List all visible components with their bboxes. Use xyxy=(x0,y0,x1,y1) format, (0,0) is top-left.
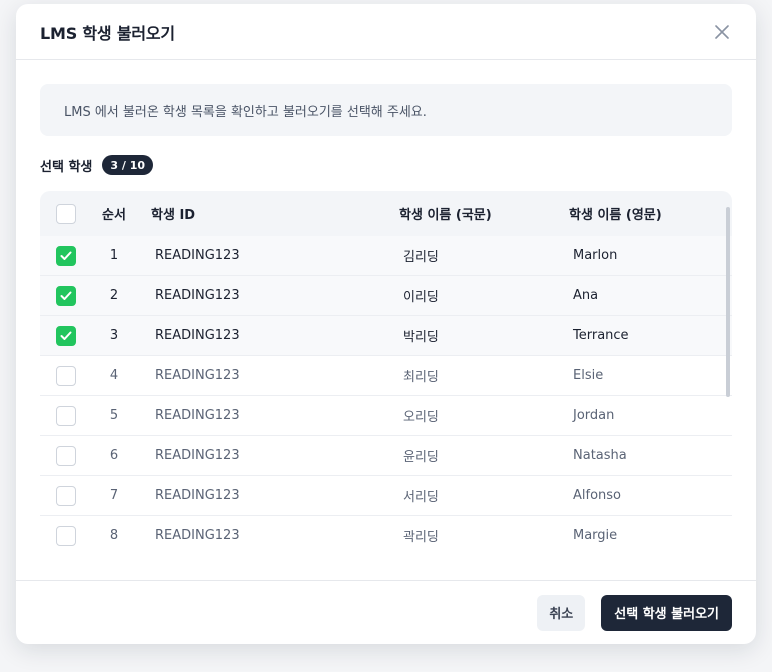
row-checkbox[interactable] xyxy=(56,445,76,466)
row-student-id: READING123 xyxy=(155,408,240,423)
row-check-cell xyxy=(40,285,92,306)
row-name-en: Ana xyxy=(573,288,599,303)
row-checkbox[interactable] xyxy=(56,285,76,306)
row-no: 8 xyxy=(109,528,119,543)
row-name-en: Natasha xyxy=(573,448,627,463)
row-no: 6 xyxy=(109,448,119,463)
row-check-cell xyxy=(40,245,92,266)
row-check-cell xyxy=(40,525,92,546)
header-name-kr: 학생 이름 (국문) xyxy=(399,208,492,223)
header-id: 학생 ID xyxy=(151,208,196,223)
row-name-kr: 박리딩 xyxy=(403,330,439,345)
row-student-id: READING123 xyxy=(155,248,240,263)
table-body: 1 READING123 김리딩 Marlon 2 READING123 이리딩 Ana 3 RE… xyxy=(40,236,732,555)
row-name-en: Alfonso xyxy=(573,488,622,503)
table-row[interactable]: 7 READING123 서리딩 Alfonso xyxy=(40,476,732,516)
row-name-kr: 윤리딩 xyxy=(403,450,439,465)
row-no: 2 xyxy=(109,288,119,303)
table-row[interactable]: 6 READING123 윤리딩 Natasha xyxy=(40,436,732,476)
row-student-id: READING123 xyxy=(155,488,240,503)
row-student-id: READING123 xyxy=(155,288,240,303)
row-name-en: Elsie xyxy=(573,368,604,383)
row-checkbox[interactable] xyxy=(56,485,76,506)
row-name-en: Terrance xyxy=(573,328,629,343)
import-selected-button[interactable]: 선택 학생 불러오기 xyxy=(601,594,732,631)
close-button[interactable] xyxy=(710,20,734,44)
table-row[interactable]: 4 READING123 최리딩 Elsie xyxy=(40,356,732,396)
row-check-cell xyxy=(40,485,92,506)
row-no: 1 xyxy=(109,248,119,263)
row-name-kr: 이리딩 xyxy=(403,290,439,305)
import-students-dialog: LMS 학생 불러오기 LMS 에서 불러온 학생 목록을 확인하고 불러오기를… xyxy=(16,4,756,644)
header-check-cell xyxy=(40,203,92,224)
row-check-cell xyxy=(40,405,92,426)
table-row[interactable]: 3 READING123 박리딩 Terrance xyxy=(40,316,732,356)
header-no: 순서 xyxy=(102,208,126,223)
row-checkbox[interactable] xyxy=(56,365,76,386)
row-student-id: READING123 xyxy=(155,448,240,463)
row-check-cell xyxy=(40,325,92,346)
check-icon xyxy=(60,291,72,300)
notice-box: LMS 에서 불러온 학생 목록을 확인하고 불러오기를 선택해 주세요. xyxy=(40,84,732,136)
check-icon xyxy=(60,251,72,260)
row-name-kr: 곽리딩 xyxy=(403,530,439,545)
row-checkbox[interactable] xyxy=(56,525,76,546)
row-student-id: READING123 xyxy=(155,368,240,383)
selected-count-badge: 3 / 10 xyxy=(102,155,154,175)
select-all-checkbox[interactable] xyxy=(56,203,76,224)
row-check-cell xyxy=(40,365,92,386)
table-row[interactable]: 8 READING123 곽리딩 Margie xyxy=(40,516,732,555)
close-icon xyxy=(715,24,729,39)
row-student-id: READING123 xyxy=(155,528,240,543)
row-checkbox[interactable] xyxy=(56,325,76,346)
row-name-kr: 최리딩 xyxy=(403,370,439,385)
row-student-id: READING123 xyxy=(155,328,240,343)
dialog-footer: 취소 선택 학생 불러오기 xyxy=(16,580,756,644)
notice-text: LMS 에서 불러온 학생 목록을 확인하고 불러오기를 선택해 주세요. xyxy=(64,104,427,120)
header-name-en: 학생 이름 (영문) xyxy=(569,208,662,223)
row-checkbox[interactable] xyxy=(56,405,76,426)
row-name-kr: 서리딩 xyxy=(403,490,439,505)
row-name-kr: 오리딩 xyxy=(403,410,439,425)
row-no: 5 xyxy=(109,408,119,423)
table-scrollbar[interactable] xyxy=(726,207,730,397)
selected-summary: 선택 학생 3 / 10 xyxy=(40,154,732,176)
students-table: 순서 학생 ID 학생 이름 (국문) 학생 이름 (영문) 1 READING1… xyxy=(40,191,732,555)
row-no: 4 xyxy=(109,368,119,383)
row-name-kr: 김리딩 xyxy=(403,250,439,265)
row-name-en: Jordan xyxy=(573,408,615,423)
cancel-button[interactable]: 취소 xyxy=(537,594,586,631)
row-name-en: Marlon xyxy=(573,248,618,263)
row-no: 7 xyxy=(109,488,119,503)
table-row[interactable]: 1 READING123 김리딩 Marlon xyxy=(40,236,732,276)
table-header: 순서 학생 ID 학생 이름 (국문) 학생 이름 (영문) xyxy=(40,191,732,236)
row-no: 3 xyxy=(109,328,119,343)
table-row[interactable]: 2 READING123 이리딩 Ana xyxy=(40,276,732,316)
table-row[interactable]: 5 READING123 오리딩 Jordan xyxy=(40,396,732,436)
selected-label: 선택 학생 xyxy=(40,159,93,175)
check-icon xyxy=(60,331,72,340)
row-check-cell xyxy=(40,445,92,466)
dialog-header: LMS 학생 불러오기 xyxy=(16,4,756,60)
row-checkbox[interactable] xyxy=(56,245,76,266)
row-name-en: Margie xyxy=(573,528,618,543)
dialog-title: LMS 학생 불러오기 xyxy=(40,23,175,43)
